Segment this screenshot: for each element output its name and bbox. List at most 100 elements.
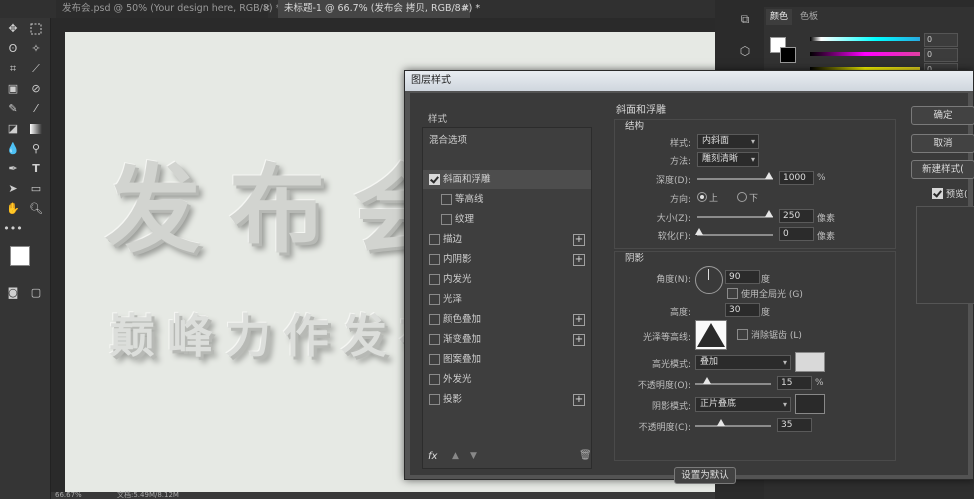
depth-slider[interactable] — [697, 178, 773, 180]
effect-item[interactable]: 等高线 — [423, 190, 591, 209]
effect-item[interactable]: 内阴影 + — [423, 250, 591, 269]
move-up-icon[interactable]: ▲ — [452, 451, 459, 461]
effect-checkbox[interactable] — [429, 254, 440, 265]
hand-tool-icon[interactable]: ✋ — [3, 200, 23, 218]
shadow-color-swatch[interactable] — [795, 394, 825, 414]
shadow-opacity-handle[interactable] — [717, 419, 725, 426]
path-selection-tool-icon[interactable]: ➤ — [3, 180, 23, 198]
angle-dial[interactable] — [695, 266, 723, 294]
size-slider[interactable] — [697, 216, 773, 218]
effect-item[interactable]: 描边 + — [423, 230, 591, 249]
move-tool-icon[interactable]: ✥ — [3, 20, 23, 38]
depth-slider-handle[interactable] — [765, 172, 773, 179]
effect-item[interactable]: 纹理 — [423, 210, 591, 229]
effect-checkbox[interactable] — [429, 174, 440, 185]
brush-tool-icon[interactable]: ✎ — [3, 100, 23, 118]
pen-tool-icon[interactable]: ✒ — [3, 160, 23, 178]
tab-swatches[interactable]: 色板 — [796, 9, 822, 25]
effect-checkbox[interactable] — [429, 354, 440, 365]
foreground-color-swatch[interactable] — [10, 246, 30, 266]
soften-input[interactable]: 0 — [779, 227, 814, 241]
rectangle-tool-icon[interactable]: ▭ — [26, 180, 46, 198]
effect-item[interactable]: 渐变叠加 + — [423, 330, 591, 349]
mixer-brush-tool-icon[interactable]: ⁄ — [26, 100, 46, 118]
history-panel-icon[interactable]: ⧉ — [734, 12, 756, 30]
gradient-tool-icon[interactable] — [26, 120, 46, 138]
highlight-opacity-handle[interactable] — [703, 377, 711, 384]
type-tool-icon[interactable]: T — [26, 160, 46, 178]
global-light-checkbox[interactable] — [727, 288, 738, 299]
trash-icon[interactable]: 🗑︎ — [579, 450, 592, 461]
altitude-input[interactable]: 30 — [725, 303, 760, 317]
green-value[interactable]: 0 — [924, 48, 958, 62]
add-effect-icon[interactable]: + — [573, 234, 585, 246]
screen-mode-icon[interactable]: ▢ — [26, 284, 46, 302]
effect-checkbox[interactable] — [429, 394, 440, 405]
add-effect-icon[interactable]: + — [573, 334, 585, 346]
close-icon[interactable]: ✕ — [462, 0, 470, 18]
red-value[interactable]: 0 — [924, 33, 958, 47]
effect-checkbox[interactable] — [429, 274, 440, 285]
size-slider-handle[interactable] — [765, 210, 773, 217]
angle-input[interactable]: 90 — [725, 270, 760, 284]
soften-slider[interactable] — [697, 234, 773, 236]
effect-item[interactable]: 斜面和浮雕 — [423, 170, 591, 189]
depth-input[interactable]: 1000 — [779, 171, 814, 185]
direction-down-radio[interactable] — [737, 192, 747, 202]
effect-checkbox[interactable] — [429, 374, 440, 385]
shadow-opacity-input[interactable]: 35 — [777, 418, 812, 432]
effect-checkbox[interactable] — [429, 294, 440, 305]
anti-alias-checkbox[interactable] — [737, 329, 748, 340]
frame-tool-icon[interactable]: ▣ — [3, 80, 23, 98]
ok-button[interactable]: 确定 — [911, 106, 974, 125]
blur-tool-icon[interactable]: 💧 — [3, 140, 23, 158]
effect-item[interactable]: 图案叠加 — [423, 350, 591, 369]
more-tools-icon[interactable]: ••• — [3, 220, 23, 238]
new-style-button[interactable]: 新建样式( — [911, 160, 974, 179]
eraser-tool-icon[interactable]: ◪ — [3, 120, 23, 138]
red-slider[interactable] — [810, 37, 920, 41]
effect-item[interactable]: 内发光 — [423, 270, 591, 289]
effect-checkbox[interactable] — [429, 314, 440, 325]
soften-slider-handle[interactable] — [695, 228, 703, 235]
magic-wand-tool-icon[interactable]: ✧ — [26, 40, 46, 58]
quick-mask-icon[interactable]: ◙ — [3, 284, 23, 302]
size-input[interactable]: 250 — [779, 209, 814, 223]
direction-up-radio[interactable] — [697, 192, 707, 202]
tab-document-1[interactable]: 发布会.psd @ 50% (Your design here, RGB/8) … — [56, 0, 280, 18]
gloss-contour-picker[interactable] — [695, 320, 727, 350]
effect-checkbox[interactable] — [441, 194, 452, 205]
style-select[interactable]: 内斜面 — [697, 134, 759, 149]
fx-button[interactable]: fx — [428, 451, 437, 462]
highlight-color-swatch[interactable] — [795, 352, 825, 372]
zoom-tool-icon[interactable]: 🔍︎ — [26, 200, 46, 218]
effect-checkbox[interactable] — [429, 334, 440, 345]
healing-brush-tool-icon[interactable]: ⊘ — [26, 80, 46, 98]
preview-checkbox[interactable] — [932, 188, 943, 199]
lasso-tool-icon[interactable]: ʘ — [3, 40, 23, 58]
highlight-mode-select[interactable]: 叠加 — [695, 355, 791, 370]
shadow-mode-select[interactable]: 正片叠底 — [695, 397, 791, 412]
background-color-swatch[interactable] — [780, 47, 796, 63]
eyedropper-tool-icon[interactable]: ⟋ — [26, 60, 46, 78]
effect-item[interactable]: 颜色叠加 + — [423, 310, 591, 329]
tab-document-2[interactable]: 未标题-1 @ 66.7% (发布会 拷贝, RGB/8#) * — [278, 0, 480, 18]
close-icon[interactable]: ✕ — [263, 0, 271, 18]
add-effect-icon[interactable]: + — [573, 394, 585, 406]
technique-select[interactable]: 雕刻清晰 — [697, 152, 759, 167]
effect-checkbox[interactable] — [429, 234, 440, 245]
make-default-button[interactable]: 设置为默认 — [674, 467, 736, 484]
crop-tool-icon[interactable]: ⌗ — [3, 60, 23, 78]
effect-checkbox[interactable] — [441, 214, 452, 225]
effect-item[interactable]: 投影 + — [423, 390, 591, 409]
tab-color[interactable]: 颜色 — [766, 9, 793, 25]
cancel-button[interactable]: 取消 — [911, 134, 974, 153]
add-effect-icon[interactable]: + — [573, 254, 585, 266]
shadow-opacity-slider[interactable] — [695, 425, 771, 427]
highlight-opacity-input[interactable]: 15 — [777, 376, 812, 390]
add-effect-icon[interactable]: + — [573, 314, 585, 326]
dodge-tool-icon[interactable]: ⚲ — [26, 140, 46, 158]
marquee-tool-icon[interactable] — [26, 20, 46, 38]
move-down-icon[interactable]: ▼ — [470, 451, 477, 461]
blending-options-item[interactable]: 混合选项 — [423, 131, 591, 150]
